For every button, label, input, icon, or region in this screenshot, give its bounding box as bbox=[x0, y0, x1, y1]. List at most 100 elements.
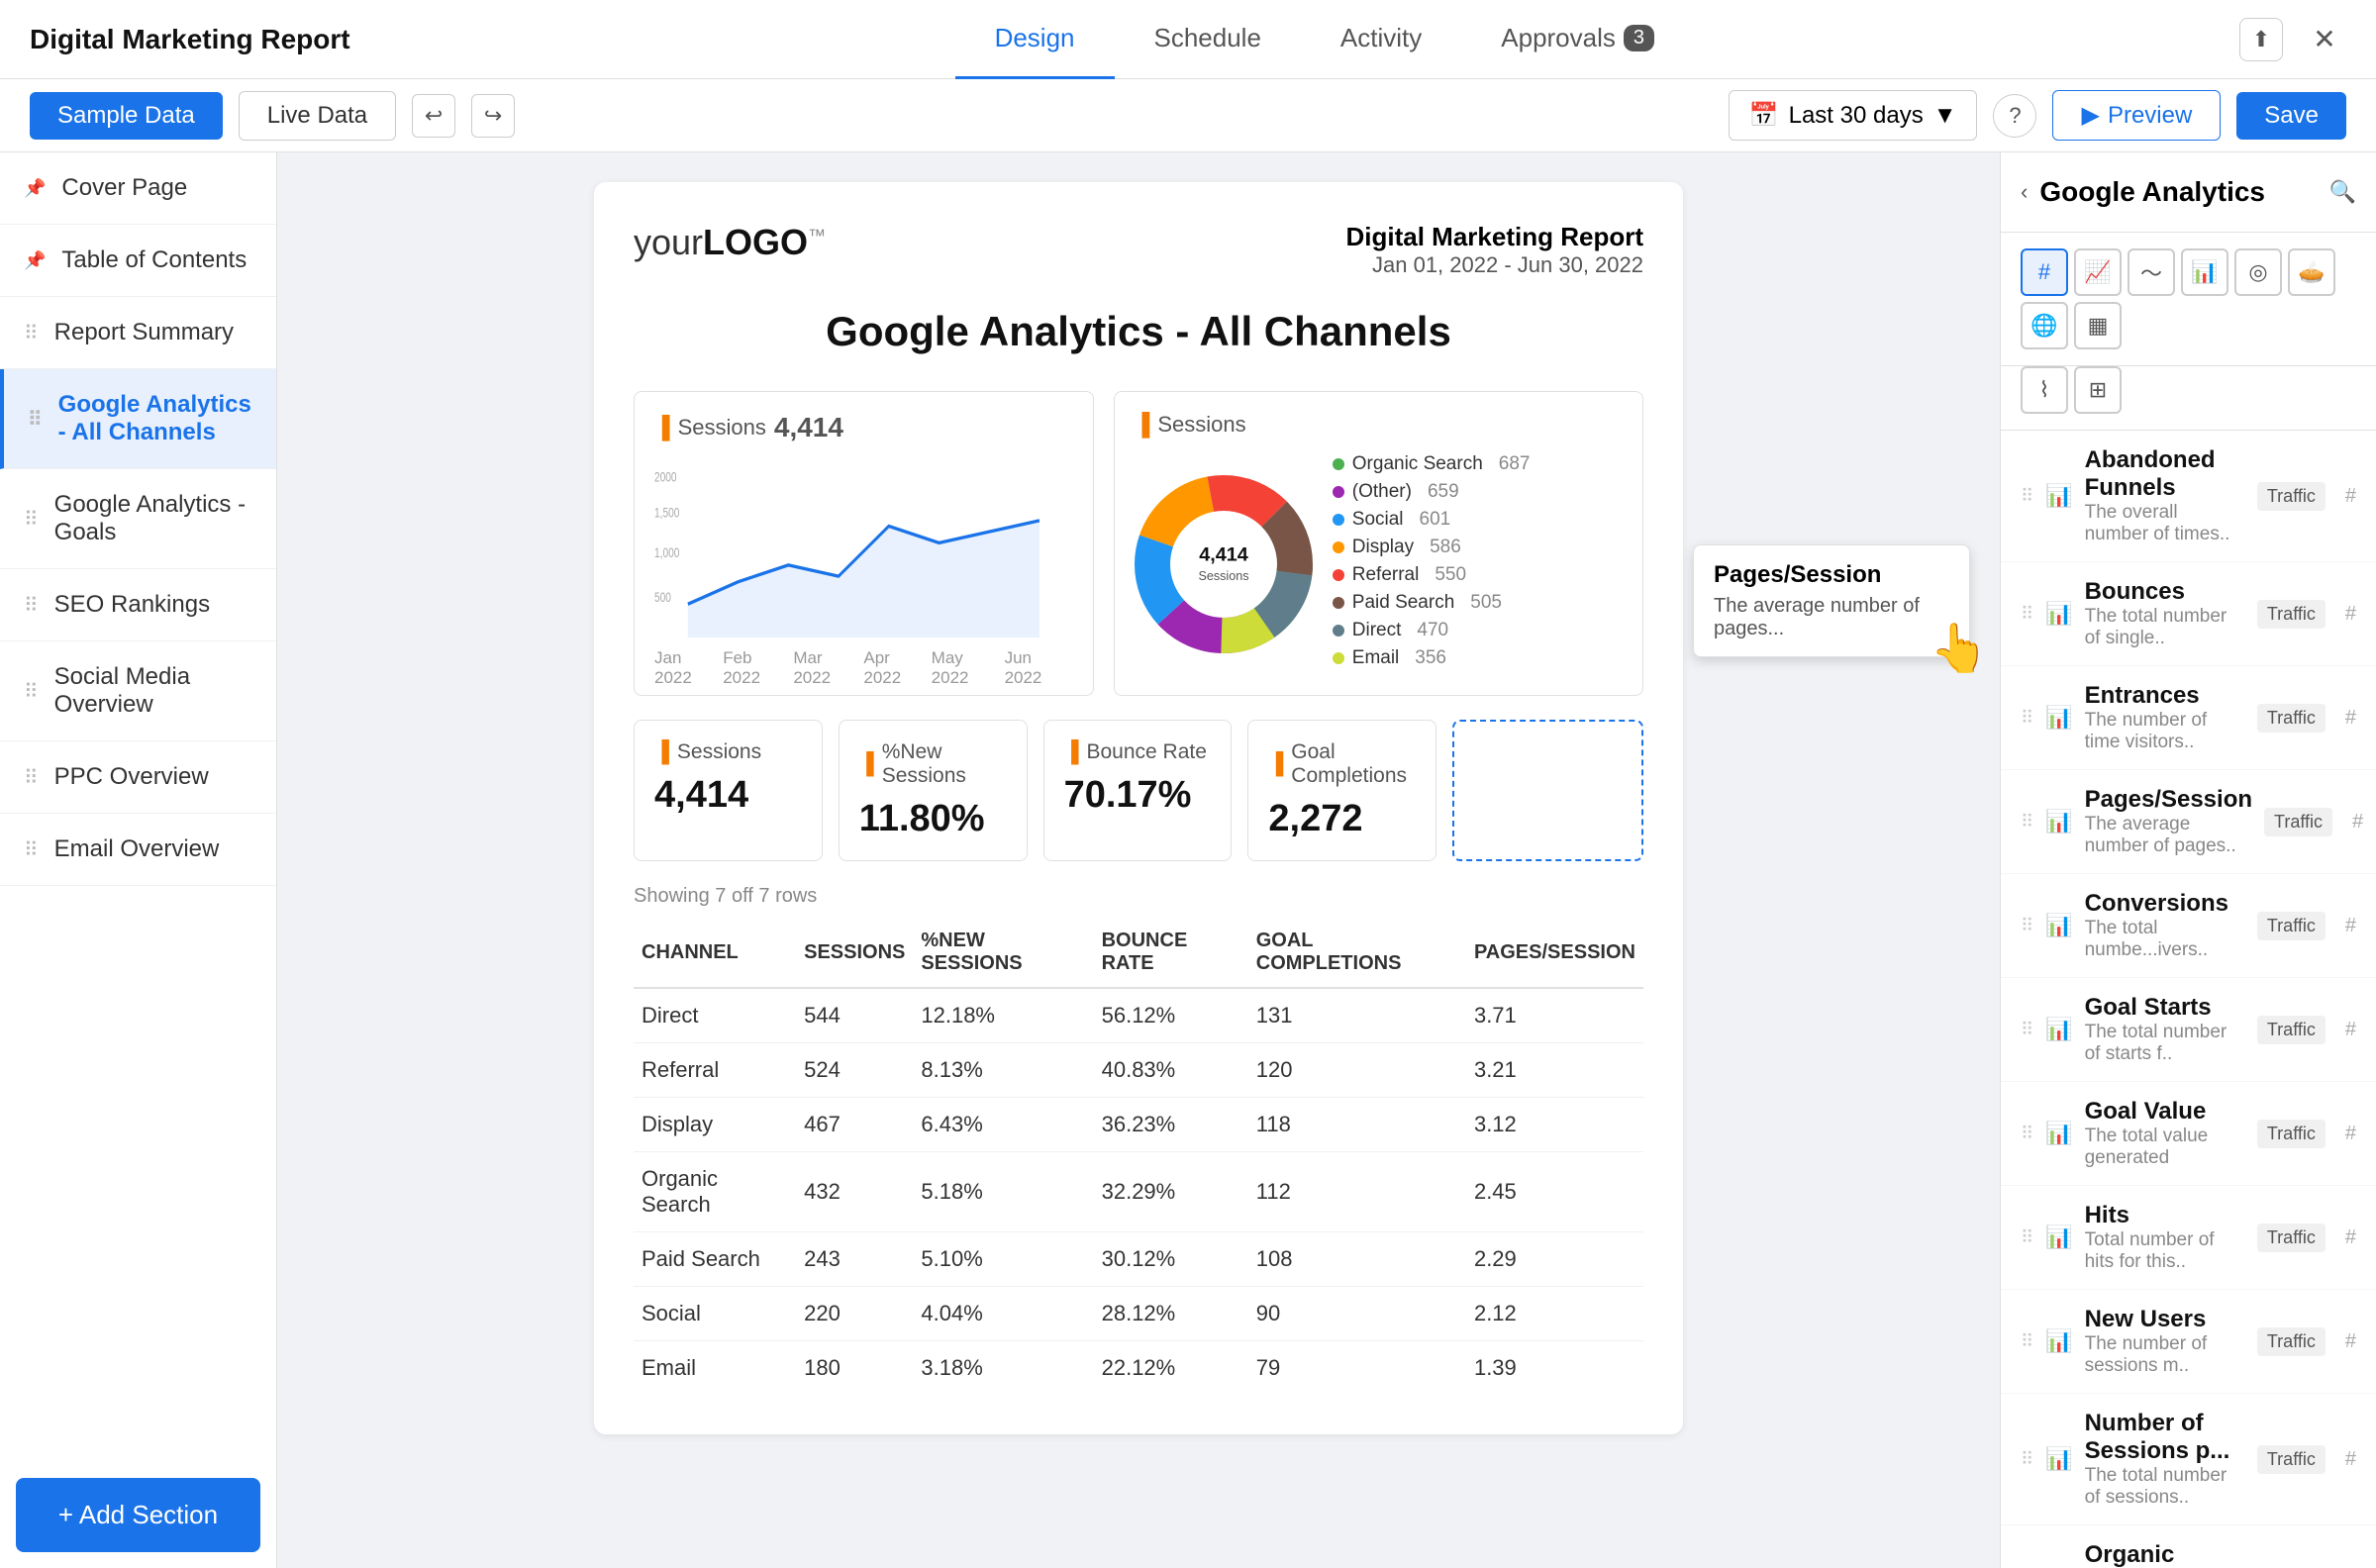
sidebar-item-toc[interactable]: 📌 Table of Contents bbox=[0, 225, 276, 297]
metric-item[interactable]: ⠿ 📊 Entrances The number of time visitor… bbox=[2001, 666, 2376, 770]
add-section-button[interactable]: + Add Section bbox=[16, 1478, 260, 1552]
metric-name: Conversions bbox=[2085, 890, 2245, 918]
col-new-sessions: %NEW SESSIONS bbox=[913, 918, 1093, 988]
table-row: Direct54412.18%56.12%1313.71 bbox=[634, 988, 1643, 1043]
metric-item[interactable]: ⠿ 📊 Abandoned Funnels The overall number… bbox=[2001, 431, 2376, 562]
sample-data-button[interactable]: Sample Data bbox=[30, 92, 223, 140]
table-row: Organic Search4325.18%32.29%1122.45 bbox=[634, 1152, 1643, 1232]
metric-hash-icon[interactable]: # bbox=[2345, 1226, 2356, 1249]
tab-design[interactable]: Design bbox=[955, 0, 1115, 79]
icon-tab-stackbar[interactable]: ▦ bbox=[2074, 302, 2122, 349]
metric-hash-icon[interactable]: # bbox=[2352, 811, 2363, 833]
metric-hash-icon[interactable]: # bbox=[2345, 915, 2356, 937]
metric-item[interactable]: ⠿ 📊 Number of Sessions p... The total nu… bbox=[2001, 1394, 2376, 1525]
col-channel: CHANNEL bbox=[634, 918, 796, 988]
metric-item[interactable]: ⠿ 📊 Goal Value The total value generated… bbox=[2001, 1082, 2376, 1186]
metric-hash-icon[interactable]: # bbox=[2345, 603, 2356, 626]
sidebar-item-ga-goals[interactable]: ⠿ Google Analytics - Goals bbox=[0, 469, 276, 569]
metric-desc: The overall number of times.. bbox=[2085, 502, 2245, 545]
tab-activity[interactable]: Activity bbox=[1301, 0, 1461, 79]
svg-text:4,414: 4,414 bbox=[1199, 543, 1248, 565]
metrics-list: ⠿ 📊 Abandoned Funnels The overall number… bbox=[2001, 431, 2376, 1568]
svg-text:Sessions: Sessions bbox=[1198, 569, 1248, 583]
metric-item[interactable]: ⠿ 📊 Hits Total number of hits for this..… bbox=[2001, 1186, 2376, 1290]
report-title: Digital Marketing Report bbox=[1346, 222, 1643, 252]
metric-chart-icon: 📊 bbox=[2045, 809, 2072, 834]
drag-handle-icon: ⠿ bbox=[2021, 916, 2033, 936]
metric-chart-icon: 📊 bbox=[2045, 913, 2072, 938]
metric-badge: Traffic bbox=[2257, 1224, 2326, 1252]
preview-button[interactable]: ▶ Preview bbox=[2052, 90, 2221, 141]
metric-item[interactable]: ⠿ 📊 Bounces The total number of single..… bbox=[2001, 562, 2376, 666]
metric-hash-icon[interactable]: # bbox=[2345, 485, 2356, 508]
help-button[interactable]: ? bbox=[1993, 94, 2036, 138]
live-data-button[interactable]: Live Data bbox=[239, 91, 396, 141]
tab-approvals[interactable]: Approvals 3 bbox=[1461, 0, 1694, 79]
metric-badge: Traffic bbox=[2257, 1016, 2326, 1044]
stats-row: ▐Sessions 4,414 ▐%New Sessions 11.80% ▐B… bbox=[634, 720, 1643, 861]
date-range-picker[interactable]: 📅 Last 30 days ▼ bbox=[1729, 90, 1978, 141]
metric-hash-icon[interactable]: # bbox=[2345, 1448, 2356, 1471]
sidebar-item-ppc[interactable]: ⠿ PPC Overview bbox=[0, 741, 276, 814]
metric-name: Abandoned Funnels bbox=[2085, 446, 2245, 502]
col-goal-completions: GOAL COMPLETIONS bbox=[1248, 918, 1466, 988]
stat-goal-completions: ▐Goal Completions 2,272 bbox=[1247, 720, 1436, 861]
line-chart: 2000 1,500 1,000 500 Jan 2022 Feb 2022 M… bbox=[654, 459, 1073, 637]
search-icon[interactable]: 🔍 bbox=[2329, 179, 2356, 205]
drag-handle-icon: ⠿ bbox=[2021, 1449, 2033, 1470]
metric-hash-icon[interactable]: # bbox=[2345, 1019, 2356, 1041]
metric-name: Organic Searches bbox=[2085, 1541, 2245, 1568]
metric-item[interactable]: ⠿ 📊 Goal Starts The total number of star… bbox=[2001, 978, 2376, 1082]
icon-tab-globe[interactable]: 🌐 bbox=[2021, 302, 2068, 349]
icon-tab-donut[interactable]: ◎ bbox=[2234, 248, 2282, 296]
sidebar-item-ga-all-channels[interactable]: ⠿ Google Analytics - All Channels bbox=[0, 369, 276, 469]
stat-pages-session-selected[interactable] bbox=[1452, 720, 1643, 861]
metric-hash-icon[interactable]: # bbox=[2345, 707, 2356, 730]
sidebar-item-cover-page[interactable]: 📌 Cover Page bbox=[0, 152, 276, 225]
icon-tab-table[interactable]: ⊞ bbox=[2074, 366, 2122, 414]
sidebar-item-social-media[interactable]: ⠿ Social Media Overview bbox=[0, 641, 276, 741]
metric-item[interactable]: ⠿ 📊 Organic Searches The number of organ… bbox=[2001, 1525, 2376, 1568]
save-button[interactable]: Save bbox=[2236, 92, 2346, 140]
toolbar: Sample Data Live Data ↩ ↪ 📅 Last 30 days… bbox=[0, 79, 2376, 152]
tab-schedule[interactable]: Schedule bbox=[1115, 0, 1301, 79]
table-section: Showing 7 off 7 rows CHANNEL SESSIONS %N… bbox=[634, 885, 1643, 1395]
metric-item[interactable]: ⠿ 📊 Conversions The total numbe...ivers.… bbox=[2001, 874, 2376, 978]
svg-text:1,000: 1,000 bbox=[654, 545, 680, 561]
metric-hash-icon[interactable]: # bbox=[2345, 1123, 2356, 1145]
table-row: Display4676.43%36.23%1183.12 bbox=[634, 1098, 1643, 1152]
metric-desc: Total number of hits for this.. bbox=[2085, 1229, 2245, 1273]
metric-desc: The average number of pages.. bbox=[2085, 814, 2252, 857]
drag-handle-icon: ⠿ bbox=[2021, 1227, 2033, 1248]
drag-handle-icon: ⠿ bbox=[2021, 604, 2033, 625]
metric-chart-icon: 📊 bbox=[2045, 1017, 2072, 1042]
center-content: yourLOGO™ Digital Marketing Report Jan 0… bbox=[277, 152, 2000, 1568]
logo: yourLOGO™ bbox=[634, 222, 826, 263]
icon-tab-line[interactable]: 📈 bbox=[2074, 248, 2122, 296]
metric-hash-icon[interactable]: # bbox=[2345, 1330, 2356, 1353]
icon-tab-hash[interactable]: # bbox=[2021, 248, 2068, 296]
metric-chart-icon: 📊 bbox=[2045, 1225, 2072, 1250]
pie-legend: Organic Search687 (Other)659 Social601 D… bbox=[1333, 453, 1531, 675]
col-sessions: SESSIONS bbox=[796, 918, 913, 988]
metric-badge: Traffic bbox=[2257, 600, 2326, 629]
svg-text:500: 500 bbox=[654, 590, 671, 606]
metric-item[interactable]: ⠿ 📊 New Users The number of sessions m..… bbox=[2001, 1290, 2376, 1394]
icon-tab-area[interactable]: ⌇ bbox=[2021, 366, 2068, 414]
sidebar-item-report-summary[interactable]: ⠿ Report Summary bbox=[0, 297, 276, 369]
back-button[interactable]: ‹ bbox=[2021, 179, 2028, 205]
icon-tab-bar[interactable]: 📊 bbox=[2181, 248, 2228, 296]
stat-bounce-rate: ▐Bounce Rate 70.17% bbox=[1043, 720, 1233, 861]
metric-item[interactable]: ⠿ 📊 Pages/Session The average number of … bbox=[2001, 770, 2376, 874]
close-button[interactable]: ✕ bbox=[2303, 18, 2346, 61]
undo-button[interactable]: ↩ bbox=[412, 94, 455, 138]
icon-tab-wave[interactable]: 〜 bbox=[2128, 248, 2175, 296]
icon-tab-pie[interactable]: 🥧 bbox=[2288, 248, 2335, 296]
table-row: Social2204.04%28.12%902.12 bbox=[634, 1287, 1643, 1341]
line-chart-label: ▐ Sessions 4,414 bbox=[654, 412, 1073, 443]
stat-new-sessions: ▐%New Sessions 11.80% bbox=[839, 720, 1028, 861]
redo-button[interactable]: ↪ bbox=[471, 94, 515, 138]
share-button[interactable]: ⬆ bbox=[2239, 18, 2283, 61]
sidebar-item-email[interactable]: ⠿ Email Overview bbox=[0, 814, 276, 886]
sidebar-item-seo[interactable]: ⠿ SEO Rankings bbox=[0, 569, 276, 641]
